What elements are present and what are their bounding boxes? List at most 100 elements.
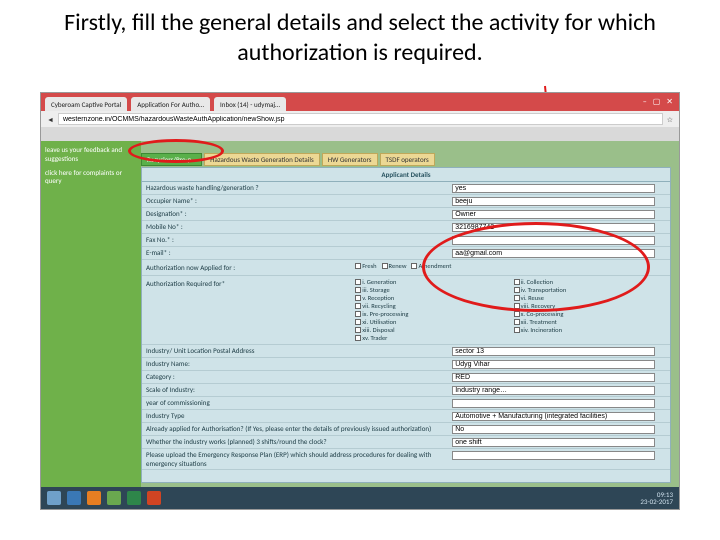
bookmark-bar xyxy=(41,127,679,141)
form-row: Hazardous waste handling/generation ? xyxy=(142,182,670,195)
checkbox-icon[interactable] xyxy=(355,287,361,293)
page-content: leave us your feedback and suggestions c… xyxy=(41,141,679,487)
checkbox-icon[interactable] xyxy=(514,311,520,317)
auth-activity-option[interactable]: vii. Recycling xyxy=(355,302,509,310)
auth-activity-option[interactable]: xiii. Disposal xyxy=(355,326,509,334)
field-input[interactable] xyxy=(452,184,655,193)
system-clock[interactable]: 09:13 23-02-2017 xyxy=(640,491,673,505)
auth-activity-option[interactable]: xiv. Incineration xyxy=(514,326,668,334)
field-input[interactable] xyxy=(452,451,655,460)
field-input[interactable] xyxy=(452,223,655,232)
field-label: Hazardous waste handling/generation ? xyxy=(142,182,448,194)
field-input[interactable] xyxy=(452,197,655,206)
auth-activity-option[interactable]: x. Co-processing xyxy=(514,310,668,318)
field-input[interactable] xyxy=(452,210,655,219)
checkbox-icon[interactable] xyxy=(355,327,361,333)
form-row: year of commissioning xyxy=(142,397,670,410)
auth-type-option[interactable]: Renew xyxy=(382,262,407,270)
field-label: Mobile No* : xyxy=(142,221,448,233)
checkbox-icon[interactable] xyxy=(355,295,361,301)
back-icon[interactable]: ◄ xyxy=(47,115,54,124)
auth-activity-option[interactable]: ix. Pre-processing xyxy=(355,310,509,318)
form-row: Occupier Name* : xyxy=(142,195,670,208)
field-label: E-mail* : xyxy=(142,247,448,259)
form-tabs: Recyclers/Pre-p… Hazardous Waste Generat… xyxy=(141,153,435,166)
folder-icon[interactable] xyxy=(87,491,101,505)
field-label: Whether the industry works (planned) 3 s… xyxy=(142,436,448,448)
applicant-form: Applicant Details Hazardous waste handli… xyxy=(141,167,671,483)
checkbox-icon[interactable] xyxy=(355,311,361,317)
auth-type-option[interactable]: Amendment xyxy=(411,262,451,270)
ppt-icon[interactable] xyxy=(147,491,161,505)
checkbox-icon[interactable] xyxy=(355,335,361,341)
form-row: Already applied for Authorisation? (If Y… xyxy=(142,423,670,436)
close-icon[interactable]: ✕ xyxy=(666,97,673,107)
minimize-icon[interactable]: – xyxy=(643,97,647,107)
checkbox-icon[interactable] xyxy=(514,279,520,285)
auth-activity-option[interactable]: xi. Utilisation xyxy=(355,318,509,326)
maximize-icon[interactable]: ▢ xyxy=(653,97,661,107)
checkbox-icon[interactable] xyxy=(355,303,361,309)
checkbox-icon[interactable] xyxy=(355,263,361,269)
star-icon[interactable]: ☆ xyxy=(667,115,673,124)
checkbox-icon[interactable] xyxy=(355,279,361,285)
browser-tab[interactable]: Cyberoam Captive Portal xyxy=(45,97,127,111)
chrome-icon[interactable] xyxy=(107,491,121,505)
field-label: Designation* : xyxy=(142,208,448,220)
taskbar: 09:13 23-02-2017 xyxy=(41,487,679,509)
checkbox-icon[interactable] xyxy=(411,263,417,269)
field-input[interactable] xyxy=(452,438,655,447)
form-row: Scale of Industry: xyxy=(142,384,670,397)
field-input[interactable] xyxy=(452,236,655,245)
field-input[interactable] xyxy=(452,425,655,434)
auth-type-option[interactable]: Fresh xyxy=(355,262,376,270)
checkbox-icon[interactable] xyxy=(514,295,520,301)
field-input[interactable] xyxy=(452,373,655,382)
form-row: Fax No.* : xyxy=(142,234,670,247)
auth-activity-option[interactable]: v. Reception xyxy=(355,294,509,302)
checkbox-icon[interactable] xyxy=(514,327,520,333)
auth-activity-option[interactable]: vi. Reuse xyxy=(514,294,668,302)
auth-activity-option[interactable]: xii. Treatment xyxy=(514,318,668,326)
field-label: Industry Type xyxy=(142,410,448,422)
checkbox-icon[interactable] xyxy=(514,303,520,309)
auth-activity-option[interactable]: viii. Recovery xyxy=(514,302,668,310)
start-icon[interactable] xyxy=(47,491,61,505)
field-input[interactable] xyxy=(452,386,655,395)
auth-activity-option[interactable]: iii. Storage xyxy=(355,286,509,294)
field-input[interactable] xyxy=(452,399,655,408)
checkbox-icon[interactable] xyxy=(514,319,520,325)
field-label: Industry/ Unit Location Postal Address xyxy=(142,345,448,357)
auth-activity-option[interactable] xyxy=(514,334,668,342)
auth-activity-option[interactable]: i. Generation xyxy=(355,278,509,286)
auth-activity-option[interactable]: iv. Transportation xyxy=(514,286,668,294)
field-label: Category : xyxy=(142,371,448,383)
auth-activity-option[interactable]: ii. Collection xyxy=(514,278,668,286)
sidebar-link[interactable]: click here for complaints or query xyxy=(45,169,137,186)
browser-tab[interactable]: Inbox (14) - udymaj… xyxy=(214,97,286,111)
checkbox-icon[interactable] xyxy=(382,263,388,269)
form-header: Applicant Details xyxy=(142,168,670,182)
browser-tab[interactable]: Application For Autho… xyxy=(131,97,210,111)
field-input[interactable] xyxy=(452,347,655,356)
browser-tabstrip: Cyberoam Captive Portal Application For … xyxy=(41,93,679,111)
field-input[interactable] xyxy=(452,249,655,258)
tab-tsdf[interactable]: TSDF operators xyxy=(380,153,435,166)
field-label: Already applied for Authorisation? (If Y… xyxy=(142,423,448,435)
explorer-icon[interactable] xyxy=(67,491,81,505)
auth-activity-option[interactable]: xv. Trader xyxy=(355,334,509,342)
excel-icon[interactable] xyxy=(127,491,141,505)
url-input[interactable] xyxy=(58,113,663,125)
field-input[interactable] xyxy=(452,412,655,421)
form-row: Designation* : xyxy=(142,208,670,221)
field-label: Occupier Name* : xyxy=(142,195,448,207)
sidebar: leave us your feedback and suggestions c… xyxy=(41,141,141,487)
sidebar-heading: leave us your feedback and suggestions xyxy=(45,145,137,163)
form-row: Industry/ Unit Location Postal Address xyxy=(142,345,670,358)
tab-hw-generation[interactable]: Hazardous Waste Generation Details xyxy=(204,153,320,166)
field-input[interactable] xyxy=(452,360,655,369)
checkbox-icon[interactable] xyxy=(514,287,520,293)
auth-type-label: Authorization now Applied for : xyxy=(142,260,353,275)
tab-hw-generators[interactable]: HW Generators xyxy=(322,153,378,166)
checkbox-icon[interactable] xyxy=(355,319,361,325)
